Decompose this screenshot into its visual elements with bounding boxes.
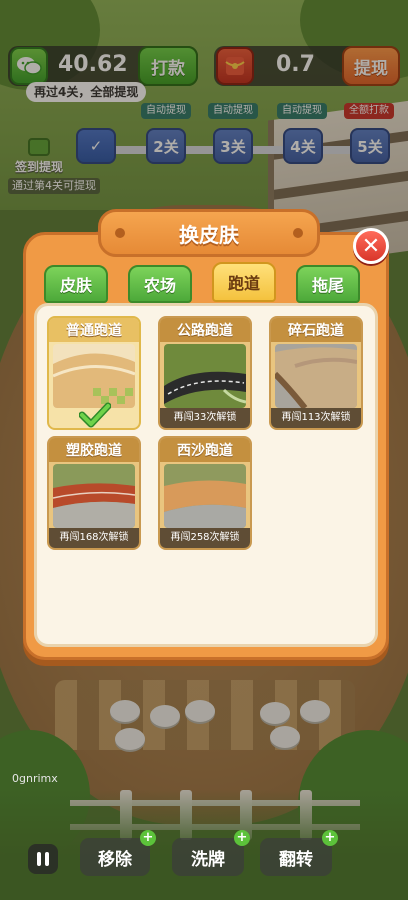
plus-icon: + [140,830,156,846]
card-title: 普通跑道 [49,318,139,342]
skin-card-xisha[interactable]: 西沙跑道 再闯258次解锁 [158,436,252,550]
skin-card-plastic[interactable]: 塑胶跑道 再闯168次解锁 [47,436,141,550]
tab-farm[interactable]: 农场 [128,265,192,303]
card-title: 公路跑道 [160,318,250,342]
card-title: 西沙跑道 [160,438,250,462]
tab-skin[interactable]: 皮肤 [44,265,108,303]
close-icon: ✕ [361,233,381,259]
pause-icon [37,852,41,866]
skin-tabs: 皮肤 农场 跑道 拖尾 [36,262,382,305]
remove-button[interactable]: 移除 + [80,830,156,876]
skin-card-gravel[interactable]: 碎石跑道 再闯113次解锁 [269,316,363,430]
plus-icon: + [234,830,250,846]
remove-label: 移除 [98,849,132,870]
flip-button[interactable]: 翻转 + [260,830,338,876]
card-title: 碎石跑道 [271,318,361,342]
rivet-icon [293,228,303,238]
unlock-status: 再闯168次解锁 [49,528,139,548]
pause-button[interactable] [28,844,58,874]
track-preview-plastic [53,464,135,528]
track-preview-xisha [164,464,246,528]
shuffle-label: 洗牌 [191,849,225,870]
skin-card-normal[interactable]: 普通跑道 [47,316,141,430]
track-preview-road [164,344,246,408]
modal-title-plate: 换皮肤 [98,209,320,257]
tab-track[interactable]: 跑道 [212,262,276,302]
plus-icon: + [322,830,338,846]
rivet-icon [115,228,125,238]
unlock-status: 再闯33次解锁 [160,408,250,428]
close-button[interactable]: ✕ [353,228,389,264]
tab-trail[interactable]: 拖尾 [296,265,360,303]
skin-card-road[interactable]: 公路跑道 再闯33次解锁 [158,316,252,430]
track-preview-gravel [275,344,357,408]
modal-title: 换皮肤 [179,222,239,247]
player-id: 0gnrimx [12,772,58,785]
flip-label: 翻转 [279,849,313,870]
unlock-status: 再闯258次解锁 [160,528,250,548]
card-title: 塑胶跑道 [49,438,139,462]
shuffle-button[interactable]: 洗牌 + [172,830,250,876]
track-preview-normal [53,344,135,408]
unlock-status: 再闯113次解锁 [271,408,361,428]
skin-modal: 换皮肤 皮肤 农场 跑道 拖尾 普通跑道 公路跑道 再闯33次解锁 碎石跑道 再… [23,209,389,660]
selected-check-icon [79,402,111,428]
skin-grid-panel: 普通跑道 公路跑道 再闯33次解锁 碎石跑道 再闯113次解锁 塑胶跑道 再闯1… [34,303,378,647]
